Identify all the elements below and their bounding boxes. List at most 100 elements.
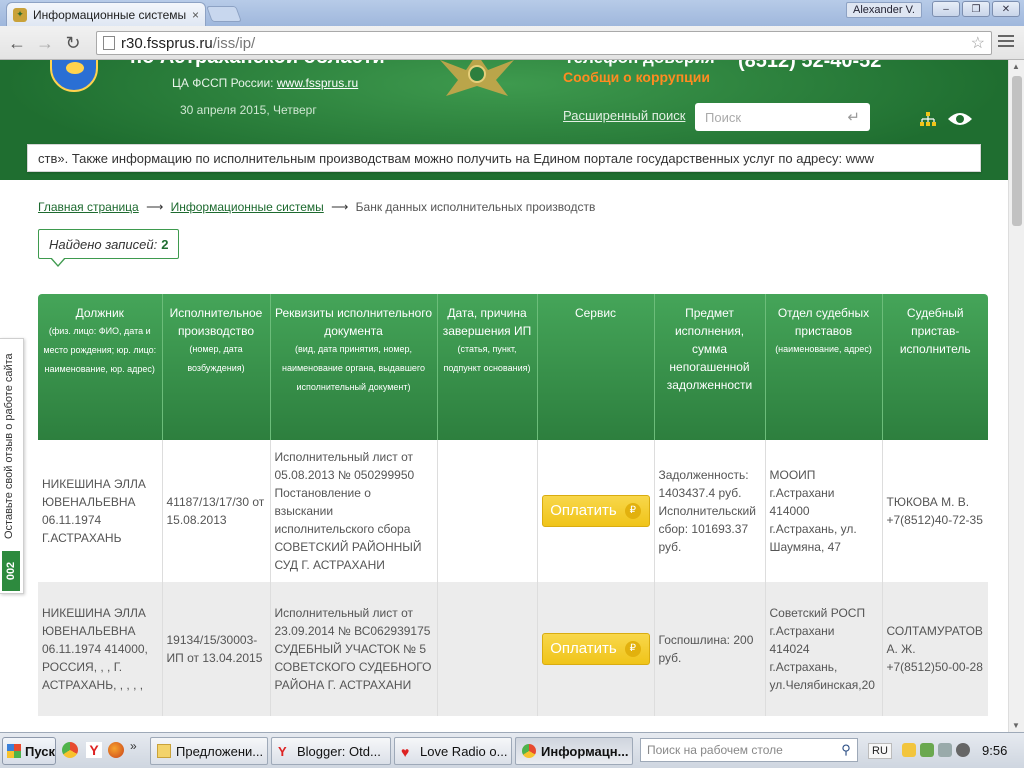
page-scrollbar[interactable]: ▲ ▼ — [1008, 60, 1024, 732]
enter-icon[interactable]: ↵ — [847, 108, 860, 126]
profile-name[interactable]: Alexander V. — [846, 2, 922, 18]
pay-button-label: Оплатить — [550, 640, 617, 657]
minimize-icon[interactable]: – — [932, 1, 960, 17]
language-indicator[interactable]: RU — [868, 743, 892, 759]
breadcrumb-current: Банк данных исполнительных производств — [355, 200, 596, 214]
restore-icon[interactable]: ❐ — [962, 1, 990, 17]
start-label: Пуск — [25, 743, 55, 759]
windows-logo-icon — [7, 744, 21, 758]
hotline-label: Телефон доверия — [564, 60, 715, 68]
heart-icon: ♥ — [401, 744, 410, 760]
col-service: Сервис — [537, 294, 655, 440]
tray-volume-icon[interactable] — [938, 743, 952, 757]
feedback-tab[interactable]: Оставьте свой отзыв о работе сайта 002 — [0, 338, 24, 594]
scroll-up-icon[interactable]: ▲ — [1012, 62, 1020, 71]
department-cell: Советский РОСП г.Астрахани 414024 г.Астр… — [765, 582, 883, 716]
close-window-icon[interactable]: ✕ — [992, 1, 1020, 17]
eye-icon[interactable] — [947, 110, 973, 128]
start-button[interactable]: Пуск — [2, 737, 56, 765]
subject-cell: Госпошлина: 200 руб. — [654, 582, 766, 716]
pay-button[interactable]: Оплатить ₽ — [541, 495, 650, 527]
browser-toolbar: ← → ↻ r30.fssprus.ru/iss/ip/ ☆ — [0, 26, 1024, 60]
found-records-badge: Найдено записей: 2 — [38, 229, 180, 259]
found-badge-tail — [50, 257, 66, 267]
bookmark-star-icon[interactable]: ☆ — [971, 33, 985, 53]
sitemap-icon[interactable] — [920, 112, 936, 126]
new-tab-button[interactable] — [206, 6, 242, 22]
browser-titlebar: ✦ Информационные системы × Alexander V. … — [0, 0, 1024, 26]
url-path: /iss/ip/ — [212, 34, 256, 52]
tab-title: Информационные системы — [33, 7, 187, 22]
found-count: 2 — [161, 236, 169, 252]
debtor-cell: НИКЕШИНА ЭЛЛА ЮВЕНАЛЬЕВНА 06.11.1974 414… — [38, 582, 163, 716]
found-label: Найдено записей: — [49, 236, 158, 252]
service-cell: Оплатить ₽ — [537, 582, 655, 716]
breadcrumb: Главная страница ⟶ Информационные систем… — [38, 200, 595, 214]
scrollbar-thumb[interactable] — [1012, 76, 1022, 226]
breadcrumb-arrow: ⟶ — [146, 200, 164, 214]
folder-icon — [157, 744, 171, 758]
ruble-icon: ₽ — [624, 641, 641, 657]
yandex-icon[interactable]: Y — [86, 742, 102, 758]
feedback-label: Оставьте свой отзыв о работе сайта — [3, 353, 15, 539]
ruble-icon: ₽ — [624, 503, 641, 519]
breadcrumb-home[interactable]: Главная страница — [38, 200, 139, 214]
tray-network-icon[interactable] — [920, 743, 934, 757]
table-row: НИКЕШИНА ЭЛЛА ЮВЕНАЛЬЕВНА 06.11.1974 414… — [38, 582, 988, 716]
tab-close-icon[interactable]: × — [192, 8, 199, 22]
central-office-link[interactable]: www.fssprus.ru — [277, 76, 358, 90]
browser-tab[interactable]: ✦ Информационные системы × — [6, 2, 206, 26]
col-proceeding: Исполнительное производство (номер, дата… — [162, 294, 271, 440]
completion-cell — [437, 582, 538, 716]
taskbar-item[interactable]: ♥ Love Radio o... — [394, 737, 512, 765]
proceeding-cell: 41187/13/17/30 от 15.08.2013 — [162, 440, 271, 582]
pay-button[interactable]: Оплатить ₽ — [541, 633, 650, 665]
firefox-icon[interactable] — [108, 742, 124, 758]
url-host: r30.fssprus.ru — [121, 34, 213, 52]
forward-icon[interactable]: → — [34, 32, 56, 54]
document-cell: Исполнительный лист от 05.08.2013 № 0502… — [270, 440, 438, 582]
site-search-input[interactable]: Поиск ↵ — [695, 103, 870, 131]
tray-people-icon[interactable] — [902, 743, 916, 757]
central-office-label: ЦА ФССП России: — [172, 76, 274, 90]
taskbar-item-active[interactable]: Информацн... — [515, 737, 633, 765]
astrakhan-emblem-icon[interactable] — [50, 60, 98, 92]
search-placeholder: Поиск — [705, 109, 742, 125]
breadcrumb-systems[interactable]: Информационные системы — [171, 200, 324, 214]
subject-cell: Задолженность: 1403437.4 руб. Исполнител… — [654, 440, 766, 582]
breadcrumb-arrow: ⟶ — [331, 200, 349, 214]
table-row: НИКЕШИНА ЭЛЛА ЮВЕНАЛЬЕВНА 06.11.1974 Г.А… — [38, 440, 988, 582]
department-cell: МООИП г.Астрахани 414000 г.Астрахань, ул… — [765, 440, 883, 582]
results-table: Должник (физ. лицо: ФИО, дата и место ро… — [38, 294, 988, 716]
yandex-icon: Y — [278, 744, 287, 759]
browser-menu-icon[interactable] — [998, 35, 1014, 49]
debtor-cell: НИКЕШИНА ЭЛЛА ЮВЕНАЛЬЕВНА 06.11.1974 Г.А… — [38, 440, 163, 582]
taskbar: Пуск Y » Предложени... Y Blogger: Otd...… — [0, 732, 1024, 768]
service-cell: Оплатить ₽ — [537, 440, 655, 582]
bailiff-cell: ТЮКОВА М. В. +7(8512)40-72-35 — [882, 440, 988, 582]
address-bar[interactable]: r30.fssprus.ru/iss/ip/ ☆ — [96, 31, 992, 55]
back-icon[interactable]: ← — [6, 32, 28, 54]
date-text: 30 апреля 2015, Четверг — [180, 103, 317, 117]
tray-app-icon[interactable] — [956, 743, 970, 757]
taskbar-item[interactable]: Y Blogger: Otd... — [271, 737, 391, 765]
scroll-down-icon[interactable]: ▼ — [1012, 721, 1020, 730]
report-corruption-link[interactable]: Сообщи о коррупции — [563, 69, 710, 85]
reload-icon[interactable]: ↻ — [62, 32, 84, 54]
more-icon[interactable]: » — [130, 739, 146, 755]
pay-button-label: Оплатить — [550, 502, 617, 519]
feedback-count: 002 — [2, 551, 20, 591]
completion-cell — [437, 440, 538, 582]
search-icon[interactable]: ⚲ — [835, 739, 857, 761]
chrome-icon[interactable] — [62, 742, 78, 758]
advanced-search-link[interactable]: Расширенный поиск — [563, 108, 685, 123]
col-subject: Предмет исполнения, сумма непогашенной з… — [654, 294, 766, 440]
taskbar-clock[interactable]: 9:56 — [982, 743, 1007, 758]
fssp-eagle-emblem-icon — [440, 60, 514, 96]
desktop-search-input[interactable]: Поиск на рабочем столе ⚲ — [640, 738, 858, 762]
current-date: 30 апреля 2015, Четверг — [180, 103, 317, 117]
col-debtor: Должник (физ. лицо: ФИО, дата и место ро… — [38, 294, 163, 440]
proceeding-cell: 19134/15/30003-ИП от 13.04.2015 — [162, 582, 271, 716]
taskbar-item[interactable]: Предложени... — [150, 737, 268, 765]
document-cell: Исполнительный лист от 23.09.2014 № ВС06… — [270, 582, 438, 716]
